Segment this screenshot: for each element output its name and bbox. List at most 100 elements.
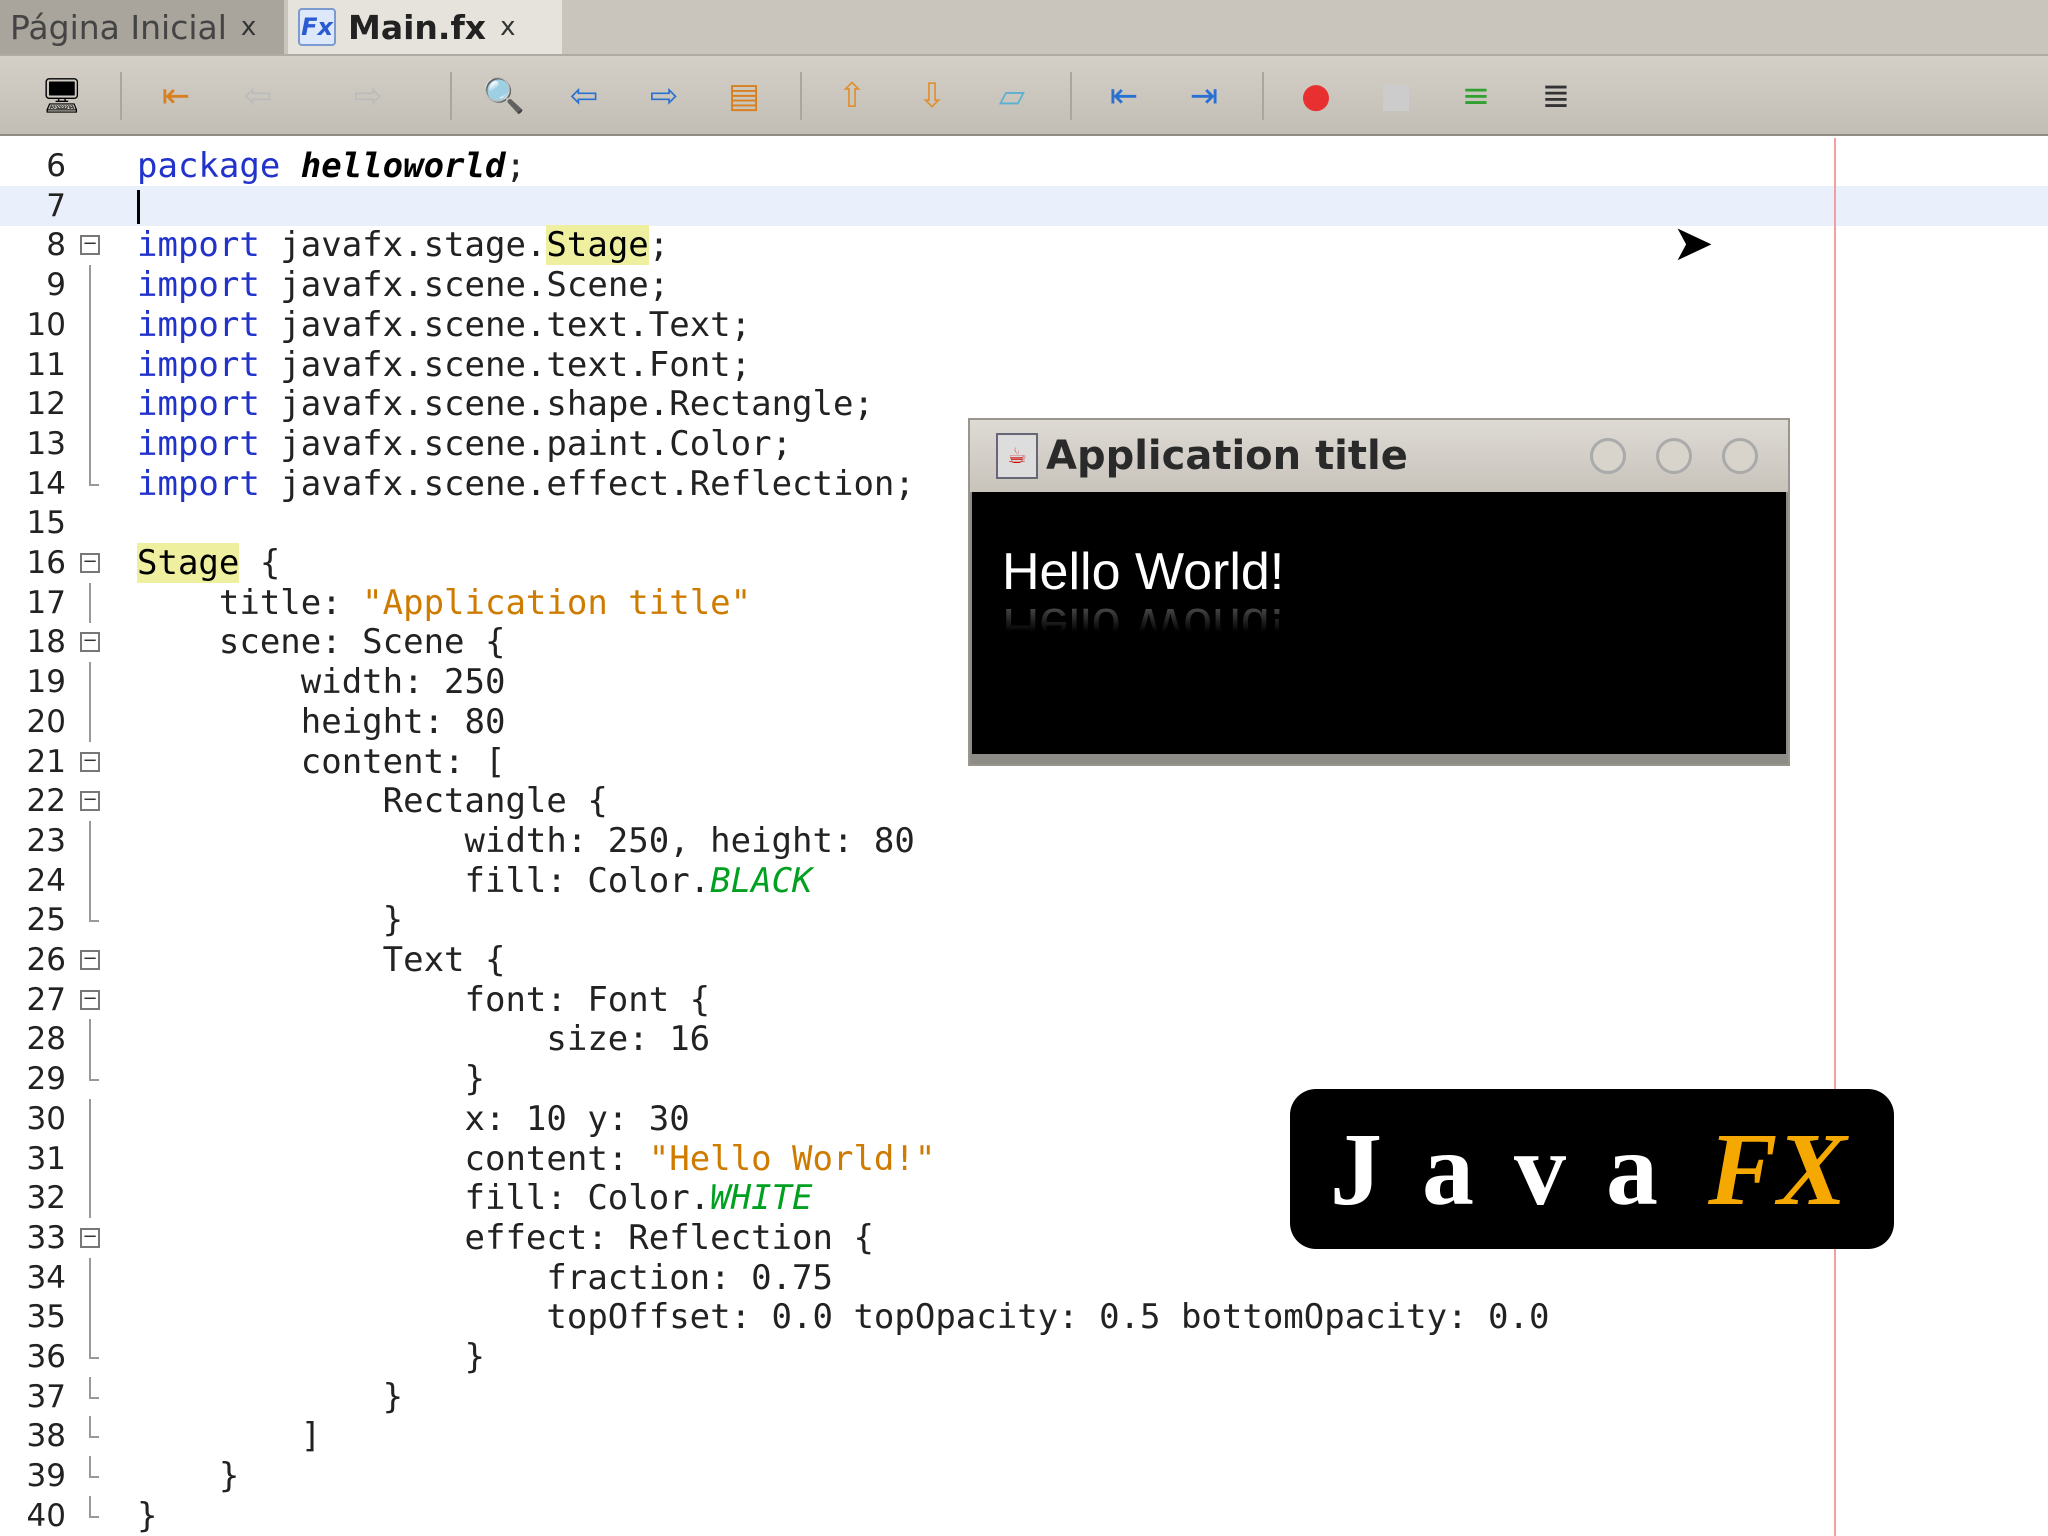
code-token: } (137, 1376, 404, 1417)
code-line[interactable]: 35 topOffset: 0.0 topOpacity: 0.5 bottom… (0, 1297, 2048, 1338)
find-next-icon[interactable]: ⇨ (642, 74, 686, 118)
code-token: ; (505, 146, 526, 186)
fold-guide (89, 1297, 91, 1338)
code-token: } (137, 1456, 240, 1497)
fold-collapse-icon[interactable]: − (80, 235, 100, 256)
code-token: } (137, 1337, 485, 1377)
code-line[interactable]: 38 ] (0, 1416, 2048, 1456)
find-icon[interactable]: 🔍 (482, 74, 526, 118)
fold-guide (89, 582, 91, 623)
code-line[interactable]: 24 fill: Color.BLACK (0, 860, 2048, 901)
fold-collapse-icon[interactable]: − (80, 989, 100, 1010)
code-token: import (137, 463, 281, 504)
code-text: size: 16 (137, 1019, 710, 1059)
code-text: content: [ (137, 742, 506, 782)
code-text: Text { (137, 940, 506, 980)
fold-guide (89, 1019, 91, 1060)
minimize-button[interactable] (1590, 438, 1626, 474)
close-button[interactable] (1722, 438, 1758, 474)
code-token: size: 16 (137, 1019, 711, 1060)
code-line[interactable]: 36 } (0, 1337, 2048, 1377)
maximize-button[interactable] (1656, 438, 1692, 474)
tab-main-fx[interactable]: Fx Main.fx x (288, 0, 562, 54)
toggle-bookmark-icon[interactable]: ▱ (990, 74, 1034, 118)
line-number: 16 (26, 545, 66, 581)
fold-collapse-icon[interactable]: − (80, 1227, 100, 1248)
fold-guide (89, 662, 91, 703)
line-number: 25 (26, 902, 66, 939)
code-token: import (137, 423, 281, 464)
code-line[interactable]: 25 } (0, 900, 2048, 940)
toggle-highlight-icon[interactable]: ▤ (722, 74, 766, 118)
line-number: 13 (26, 425, 66, 462)
find-previous-icon[interactable]: ⇦ (562, 74, 606, 118)
line-number: 19 (26, 664, 66, 701)
text-caret (137, 189, 140, 224)
back-icon[interactable]: ⇦ (236, 74, 280, 118)
next-bookmark-icon[interactable]: ⇩ (910, 74, 954, 118)
code-line[interactable]: 7 (0, 185, 2048, 226)
fold-collapse-icon[interactable]: − (80, 950, 100, 970)
code-text: fraction: 0.75 (137, 1258, 833, 1298)
code-line[interactable]: 6 package helloworld; (0, 146, 2048, 186)
code-token: helloworld (300, 146, 506, 186)
fold-end-guide (89, 1495, 99, 1518)
forward-icon[interactable]: ⇨ (346, 74, 390, 118)
fold-collapse-icon[interactable]: − (80, 553, 100, 573)
fold-guide (89, 423, 91, 464)
app-title-bar[interactable]: ☕ Application title (970, 420, 1788, 492)
code-editor[interactable]: 6 package helloworld; 7 8− import javafx.sta… (0, 138, 2048, 1536)
code-text: height: 80 (137, 702, 506, 742)
hello-world-reflection: Hello World! (1002, 597, 1285, 655)
code-line[interactable]: 37 } (0, 1376, 2048, 1417)
line-number: 36 (26, 1339, 66, 1375)
navigator-eye-icon[interactable]: 🖥 (40, 74, 84, 118)
code-text: x: 10 y: 30 (137, 1099, 690, 1139)
code-token: import (137, 225, 281, 266)
code-token: font: Font { (137, 979, 711, 1020)
last-edit-icon[interactable]: ⇤ (154, 74, 198, 118)
stop-macro-icon[interactable]: ■ (1374, 74, 1418, 118)
code-line[interactable]: 9 import javafx.scene.Scene; (0, 265, 2048, 306)
code-line[interactable]: 27− font: Font { (0, 980, 2048, 1020)
code-text: package helloworld; (137, 146, 526, 186)
code-line[interactable]: 11 import javafx.scene.text.Font; (0, 344, 2048, 385)
code-line[interactable]: 40} (0, 1495, 2048, 1536)
close-tab-icon[interactable]: x (500, 12, 515, 42)
comment-icon[interactable]: ≡ (1454, 74, 1498, 118)
fold-guide (89, 820, 91, 861)
javafx-logo: Java FX (1290, 1089, 1894, 1249)
code-line[interactable]: 26− Text { (0, 940, 2048, 980)
fold-collapse-icon[interactable]: − (80, 751, 100, 772)
fold-collapse-icon[interactable]: − (80, 791, 100, 812)
tab-pagina-inicial[interactable]: Página Inicial x (0, 0, 284, 54)
previous-bookmark-icon[interactable]: ⇧ (830, 74, 874, 118)
code-text: effect: Reflection { (137, 1218, 874, 1258)
code-line[interactable]: 34 fraction: 0.75 (0, 1257, 2048, 1298)
line-number: 28 (26, 1021, 66, 1058)
uncomment-icon[interactable]: ≣ (1534, 74, 1578, 118)
code-text: import javafx.scene.shape.Rectangle; (137, 384, 874, 424)
line-number: 31 (26, 1140, 66, 1177)
code-line[interactable]: 8− import javafx.stage.Stage; (0, 225, 2048, 266)
javafx-file-icon: Fx (298, 8, 336, 46)
code-line[interactable]: 10 import javafx.scene.text.Text; (0, 304, 2048, 345)
line-number: 38 (26, 1418, 66, 1455)
fold-end-guide (89, 1416, 99, 1439)
code-line[interactable]: 39 } (0, 1456, 2048, 1496)
code-line[interactable]: 23 width: 250, height: 80 (0, 820, 2048, 861)
line-number: 11 (26, 346, 66, 383)
fold-guide (89, 304, 91, 345)
code-line[interactable]: 22− Rectangle { (0, 781, 2048, 821)
record-macro-icon[interactable]: ● (1294, 74, 1338, 118)
close-tab-icon[interactable]: x (241, 12, 256, 42)
line-number: 17 (26, 584, 66, 621)
code-line[interactable]: 28 size: 16 (0, 1019, 2048, 1060)
code-text: import javafx.scene.Scene; (137, 265, 669, 305)
javafx-app-window[interactable]: ☕ Application title Hello World! Hello W… (968, 418, 1790, 766)
shift-right-icon[interactable]: ⇥ (1182, 74, 1226, 118)
fold-collapse-icon[interactable]: − (80, 632, 100, 653)
line-number: 9 (46, 267, 66, 304)
code-text: fill: Color.WHITE (137, 1178, 813, 1218)
shift-left-icon[interactable]: ⇤ (1102, 74, 1146, 118)
